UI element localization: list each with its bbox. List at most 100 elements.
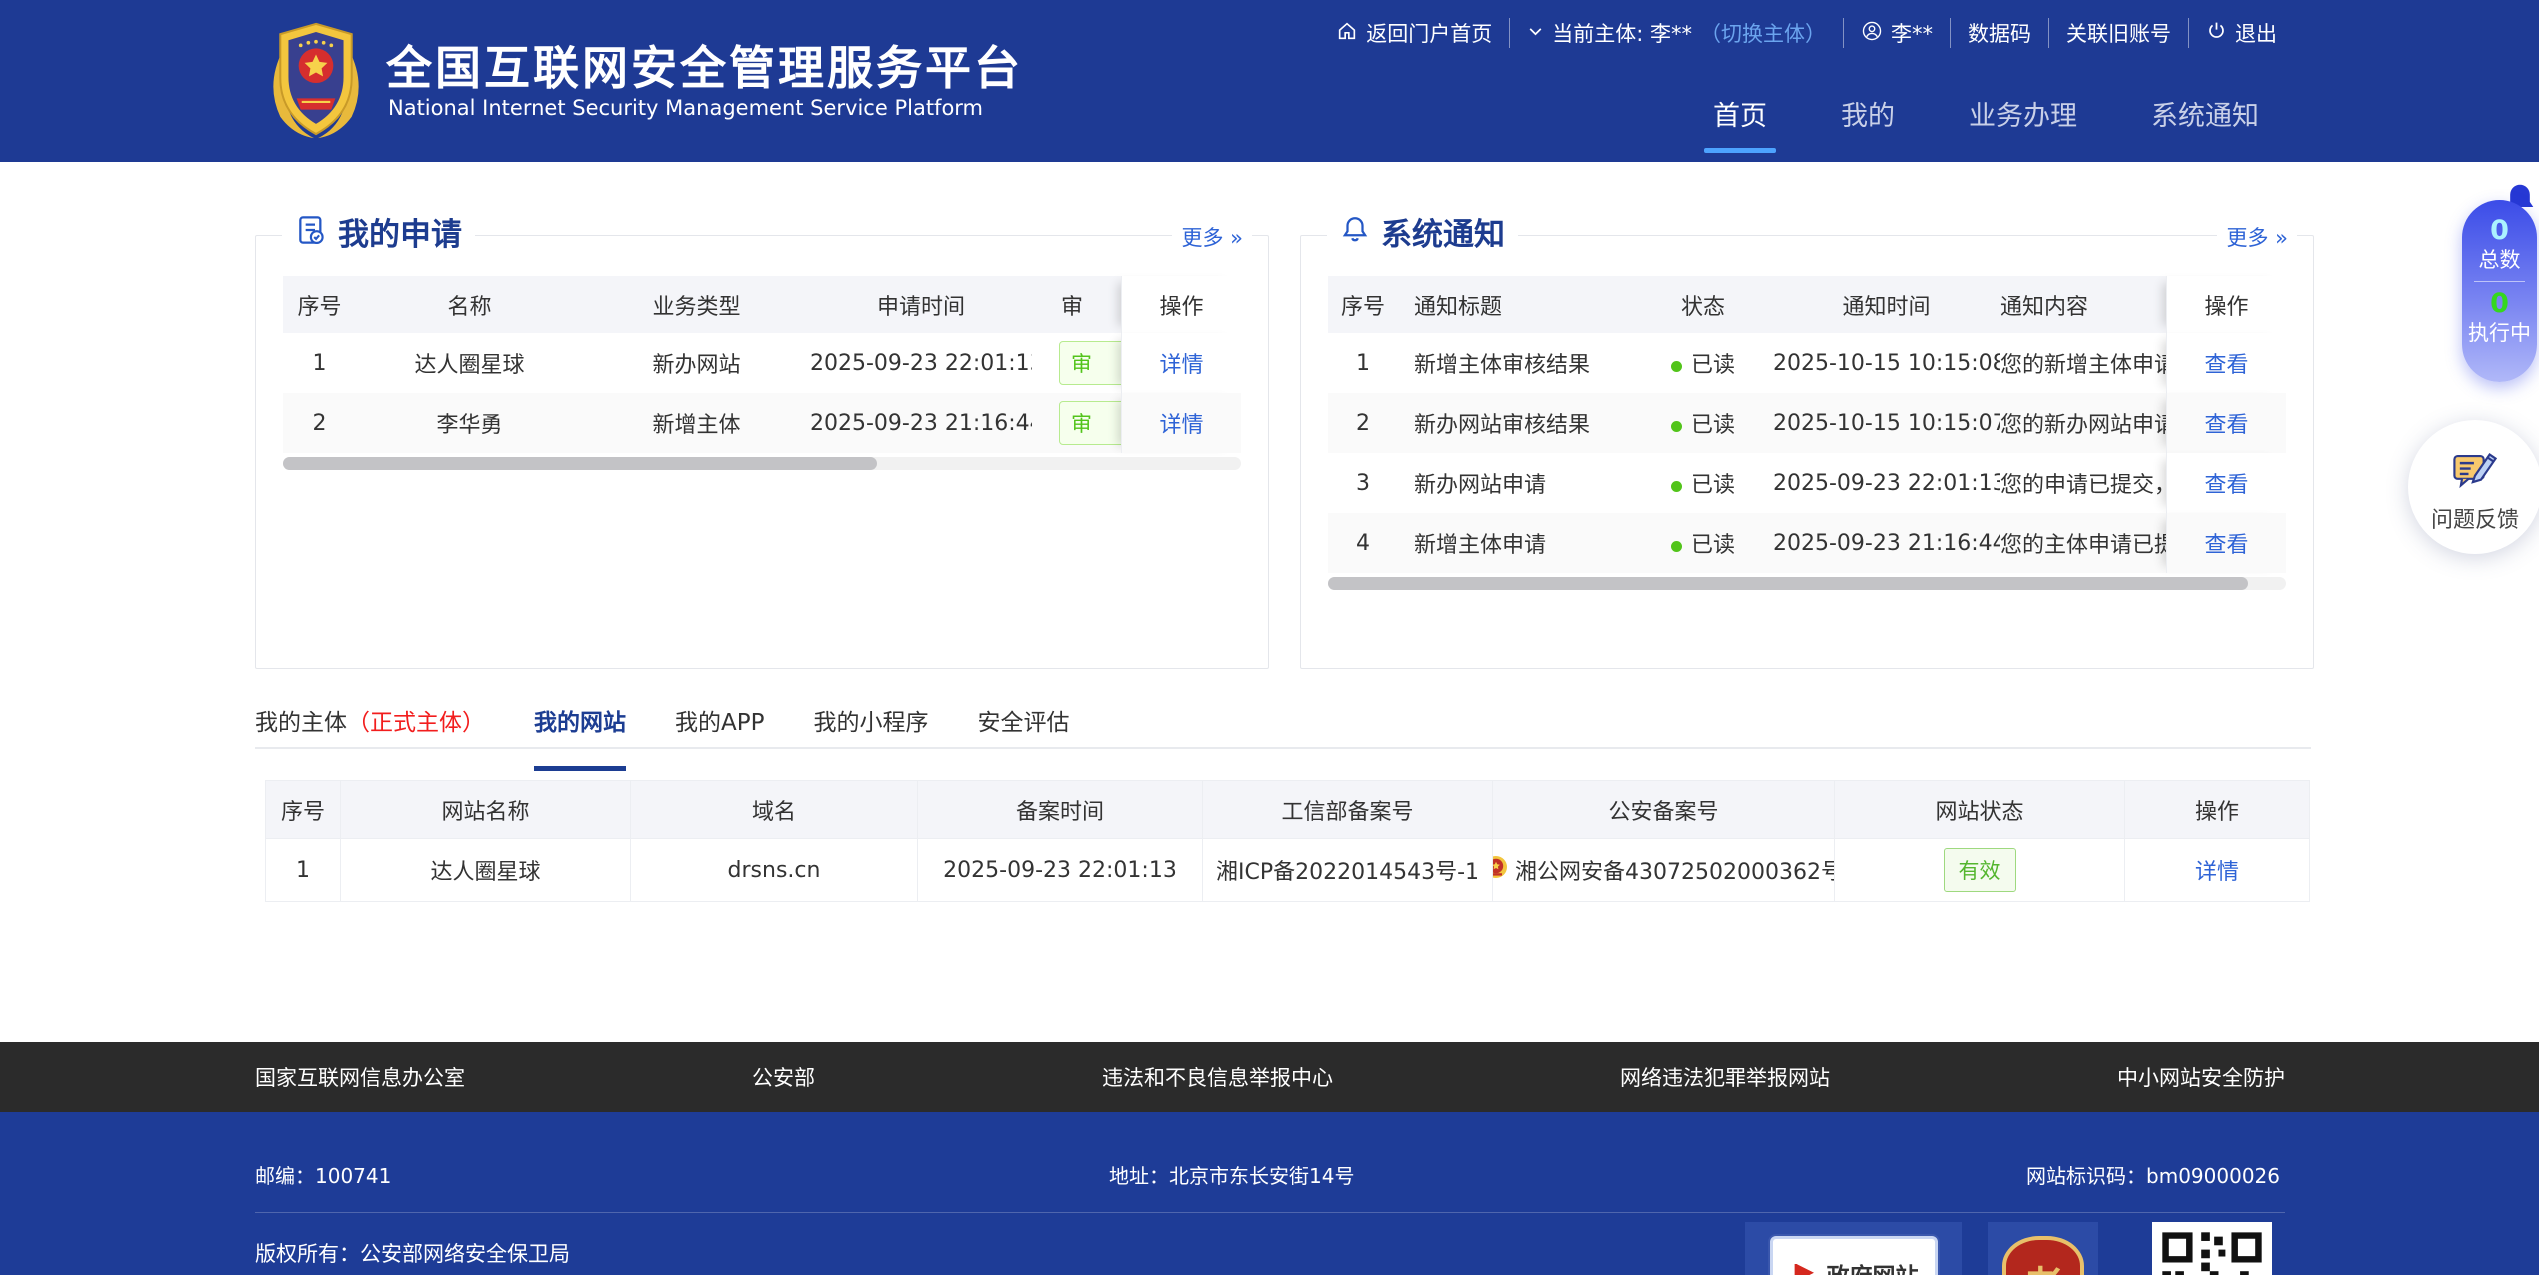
tab-security-assessment[interactable]: 安全评估 bbox=[977, 703, 1069, 747]
view-link[interactable]: 查看 bbox=[2204, 347, 2248, 379]
my-assets-tabs: 我的主体（正式主体） 我的网站 我的APP 我的小程序 安全评估 bbox=[255, 703, 2311, 749]
footer-info: 邮编：100741 地址：北京市东长安街14号 网站标识码：bm09000026… bbox=[0, 1112, 2539, 1275]
police-number-text[interactable]: 湘公网安备43072502000362号 bbox=[1515, 854, 1835, 886]
system-notices-title: 系统通知 bbox=[1381, 209, 1505, 254]
elder-glyph: 老 bbox=[2023, 1254, 2063, 1275]
footer-link-cybercrime-report[interactable]: 网络违法犯罪举报网站 bbox=[1620, 1062, 1830, 1092]
col-action: 操作 bbox=[2166, 276, 2286, 333]
qr-code bbox=[2152, 1222, 2272, 1275]
scrollbar-thumb[interactable] bbox=[283, 457, 877, 470]
username-label: 李** bbox=[1891, 18, 1933, 48]
current-subject-label: 当前主体: 李** bbox=[1552, 18, 1692, 48]
notices-table-header: 序号 通知标题 状态 通知时间 通知内容 操作 bbox=[1328, 276, 2286, 333]
cell-type: 新增主体 bbox=[583, 407, 810, 439]
detail-link[interactable]: 详情 bbox=[1159, 347, 1203, 379]
applications-more-link[interactable]: 更多 » bbox=[1172, 222, 1252, 252]
nav-mine[interactable]: 我的 bbox=[1841, 94, 1895, 133]
view-link[interactable]: 查看 bbox=[2204, 527, 2248, 559]
current-subject[interactable]: 当前主体: 李** （切换主体） bbox=[1509, 18, 1843, 48]
logout-label: 退出 bbox=[2235, 18, 2277, 48]
audit-status-badge: 审 bbox=[1059, 401, 1121, 445]
read-status-label: 已读 bbox=[1691, 413, 1735, 438]
col-no: 序号 bbox=[283, 289, 356, 321]
user-menu[interactable]: 李** bbox=[1843, 18, 1950, 48]
read-status-dot bbox=[1671, 481, 1682, 492]
task-counter-widget[interactable]: 0 总数 0 执行中 bbox=[2462, 200, 2537, 382]
horizontal-scrollbar[interactable] bbox=[283, 457, 1241, 470]
logout-button[interactable]: 退出 bbox=[2188, 18, 2277, 48]
col-miit-number: 工信部备案号 bbox=[1203, 781, 1493, 838]
back-portal-link[interactable]: 返回门户首页 bbox=[1336, 18, 1509, 48]
red-flag-icon bbox=[1789, 1259, 1819, 1275]
view-link[interactable]: 查看 bbox=[2204, 407, 2248, 439]
footer-link-report-center[interactable]: 违法和不良信息举报中心 bbox=[1102, 1062, 1333, 1092]
tab-my-subject-label: 我的主体 bbox=[255, 710, 347, 736]
scrollbar-thumb[interactable] bbox=[1328, 577, 2248, 590]
cell-time: 2025-10-15 10:15:08 bbox=[1773, 351, 2000, 376]
table-row: 1 新增主体审核结果 已读 2025-10-15 10:15:08 您的新增主体… bbox=[1328, 333, 2286, 393]
col-action: 操作 bbox=[2125, 781, 2309, 838]
col-status: 状态 bbox=[1633, 289, 1773, 321]
footer-link-mps[interactable]: 公安部 bbox=[752, 1062, 815, 1092]
copyright: 版权所有：公安部网络安全保卫局 bbox=[255, 1238, 570, 1268]
switch-subject-link[interactable]: （切换主体） bbox=[1700, 18, 1826, 48]
footer-link-cac[interactable]: 国家互联网信息办公室 bbox=[255, 1062, 465, 1092]
cell-no: 1 bbox=[266, 838, 341, 901]
system-notices-legend: 系统通知 bbox=[1327, 209, 1518, 254]
nav-business[interactable]: 业务办理 bbox=[1969, 94, 2077, 133]
data-code-link[interactable]: 数据码 bbox=[1950, 18, 2048, 48]
tab-my-subject[interactable]: 我的主体（正式主体） bbox=[255, 703, 485, 747]
view-link[interactable]: 查看 bbox=[2204, 467, 2248, 499]
cell-domain: drsns.cn bbox=[631, 838, 918, 901]
nav-home[interactable]: 首页 bbox=[1713, 94, 1767, 133]
detail-link[interactable]: 详情 bbox=[1159, 407, 1203, 439]
bell-icon bbox=[1340, 213, 1370, 251]
cell-status: 已读 bbox=[1633, 527, 1773, 559]
gov-site-badge[interactable]: 政府网站 bbox=[1745, 1222, 1962, 1275]
cell-status: 已读 bbox=[1633, 347, 1773, 379]
cell-title: 新办网站申请 bbox=[1398, 467, 1633, 499]
cell-no: 3 bbox=[1328, 471, 1398, 496]
elder-friendly-badge[interactable]: 老 bbox=[1988, 1222, 2098, 1275]
col-content: 通知内容 bbox=[2000, 289, 2166, 321]
footer-link-sme-protection[interactable]: 中小网站安全防护 bbox=[2117, 1062, 2285, 1092]
cell-action: 查看 bbox=[2166, 453, 2286, 513]
cell-time: 2025-09-23 22:01:13 bbox=[810, 351, 1032, 376]
applications-table-header: 序号 名称 业务类型 申请时间 审 操作 bbox=[283, 276, 1241, 333]
running-count: 0 bbox=[2462, 289, 2537, 319]
read-status-label: 已读 bbox=[1691, 473, 1735, 498]
platform-title: 全国互联网安全管理服务平台 bbox=[386, 32, 1023, 98]
cell-police-number: 湘公网安备43072502000362号 bbox=[1493, 838, 1835, 901]
nav-notices[interactable]: 系统通知 bbox=[2151, 94, 2259, 133]
cell-action: 查看 bbox=[2166, 513, 2286, 573]
running-label: 执行中 bbox=[2462, 319, 2537, 347]
gov-site-badge-label: 政府网站 bbox=[1827, 1257, 1919, 1275]
feedback-pencil-icon bbox=[2449, 442, 2501, 494]
cell-status: 已读 bbox=[1633, 467, 1773, 499]
col-record-time: 备案时间 bbox=[918, 781, 1203, 838]
main-nav: 首页 我的 业务办理 系统通知 bbox=[1713, 94, 2259, 133]
my-applications-panel: 我的申请 更多 » 序号 名称 业务类型 申请时间 审 操作 1 达人圈星球 新… bbox=[255, 235, 1269, 669]
audit-status-badge: 审 bbox=[1059, 341, 1121, 385]
cell-name: 李华勇 bbox=[356, 407, 583, 439]
feedback-button[interactable]: 问题反馈 bbox=[2408, 420, 2539, 554]
tab-my-miniprogram[interactable]: 我的小程序 bbox=[813, 703, 928, 747]
tab-my-app[interactable]: 我的APP bbox=[675, 703, 764, 747]
horizontal-scrollbar[interactable] bbox=[1328, 577, 2286, 590]
link-old-account[interactable]: 关联旧账号 bbox=[2048, 18, 2188, 48]
cell-no: 4 bbox=[1328, 531, 1398, 556]
col-domain: 域名 bbox=[631, 781, 918, 838]
cell-content: 您的新增主体申请 bbox=[2000, 347, 2166, 379]
table-row: 1 达人圈星球 drsns.cn 2025-09-23 22:01:13 湘IC… bbox=[266, 838, 2309, 901]
notices-more-link[interactable]: 更多 » bbox=[2217, 222, 2297, 252]
tab-my-website[interactable]: 我的网站 bbox=[534, 703, 626, 747]
col-action: 操作 bbox=[1121, 276, 1241, 333]
cell-no: 2 bbox=[283, 411, 356, 436]
cell-no: 1 bbox=[283, 351, 356, 376]
cell-title: 新增主体申请 bbox=[1398, 527, 1633, 559]
site-code: 网站标识码：bm09000026 bbox=[2026, 1160, 2280, 1189]
cell-site-status: 有效 bbox=[1835, 838, 2125, 901]
cell-action: 详情 bbox=[1121, 393, 1241, 453]
read-status-label: 已读 bbox=[1691, 353, 1735, 378]
detail-link[interactable]: 详情 bbox=[2195, 854, 2239, 886]
